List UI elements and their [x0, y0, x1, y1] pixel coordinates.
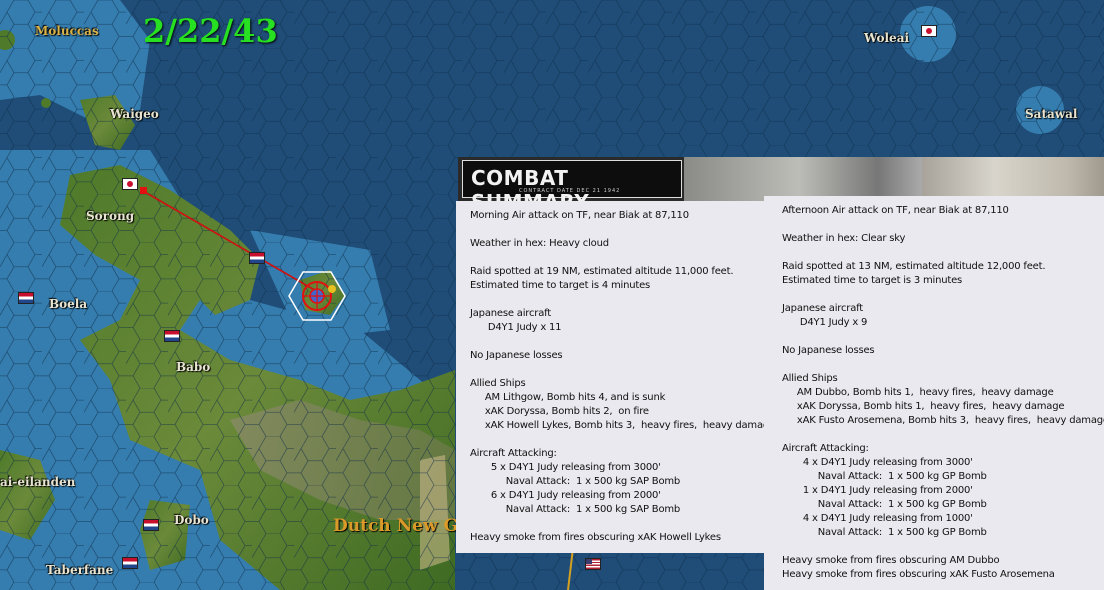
report-line: 5 x D4Y1 Judy releasing from 3000': [470, 462, 661, 473]
report-line: [782, 358, 1104, 372]
report-line: xAK Doryssa, Bomb hits 2, on fire: [470, 406, 649, 417]
report-line: [470, 363, 768, 377]
label-dobo: Dobo: [174, 513, 209, 527]
afternoon-combat-report[interactable]: Afternoon Air attack on TF, near Biak at…: [764, 196, 1104, 590]
netherlands-flag-icon[interactable]: [18, 292, 34, 304]
report-line: Estimated time to target is 4 minutes: [470, 280, 651, 291]
report-line: 4 x D4Y1 Judy releasing from 1000': [782, 513, 973, 524]
report-line: Heavy smoke from fires obscuring xAK How…: [470, 532, 721, 543]
report-line: Allied Ships: [470, 378, 526, 389]
report-line: Naval Attack: 1 x 500 kg GP Bomb: [782, 499, 987, 510]
air-unit-marker: [140, 187, 147, 194]
report-line: xAK Doryssa, Bomb hits 1, heavy fires, h…: [782, 401, 1065, 412]
label-eilanden: ai-eilanden: [0, 475, 76, 489]
netherlands-flag-icon[interactable]: [122, 557, 138, 569]
label-satawal: Satawal: [1025, 107, 1078, 121]
report-line: [470, 433, 768, 447]
label-woleai: Woleai: [864, 31, 910, 45]
report-line: Estimated time to target is 3 minutes: [782, 275, 963, 286]
report-line: Heavy smoke from fires obscuring AM Dubb…: [782, 555, 1000, 566]
label-taberfane: Taberfane: [46, 563, 114, 577]
netherlands-flag-icon[interactable]: [164, 330, 180, 342]
label-sorong: Sorong: [86, 209, 135, 223]
report-line: [470, 223, 768, 237]
netherlands-flag-icon[interactable]: [143, 519, 159, 531]
report-line: Weather in hex: Heavy cloud: [470, 238, 609, 249]
report-line: AM Dubbo, Bomb hits 1, heavy fires, heav…: [782, 387, 1054, 398]
report-line: No Japanese losses: [782, 345, 875, 356]
japan-flag-icon[interactable]: [122, 178, 138, 190]
report-line: Afternoon Air attack on TF, near Biak at…: [782, 205, 1009, 216]
combat-summary-subtitle: CONTRACT DATE DEC 21 1942: [519, 188, 621, 194]
report-line: Naval Attack: 1 x 500 kg GP Bomb: [782, 471, 987, 482]
report-line: [782, 246, 1104, 260]
report-line: Japanese aircraft: [782, 303, 863, 314]
report-line: [470, 517, 768, 531]
report-line: No Japanese losses: [470, 350, 563, 361]
label-region: Dutch New G: [333, 516, 459, 536]
combat-summary-photo: [922, 157, 1104, 196]
report-line: [782, 288, 1104, 302]
report-line: xAK Fusto Arosemena, Bomb hits 3, heavy …: [782, 415, 1104, 426]
report-line: Heavy smoke from fires obscuring xAK Fus…: [782, 569, 1055, 580]
report-line: D4Y1 Judy x 9: [782, 317, 868, 328]
report-line: 6 x D4Y1 Judy releasing from 2000': [470, 490, 661, 501]
report-line: [782, 428, 1104, 442]
report-line: Morning Air attack on TF, near Biak at 8…: [470, 210, 689, 221]
label-babo: Babo: [176, 360, 211, 374]
report-line: D4Y1 Judy x 11: [470, 322, 562, 333]
label-waigeo: Waigeo: [110, 107, 159, 121]
report-line: Raid spotted at 19 NM, estimated altitud…: [470, 266, 734, 277]
usa-flag-icon[interactable]: [585, 558, 601, 570]
netherlands-flag-icon[interactable]: [249, 252, 265, 264]
japan-flag-icon[interactable]: [921, 25, 937, 37]
report-line: Naval Attack: 1 x 500 kg SAP Bomb: [470, 476, 681, 487]
combat-summary-title: COMBAT SUMMARY CONTRACT DATE DEC 21 1942: [462, 160, 682, 214]
report-line: [470, 293, 768, 307]
report-line: xAK Howell Lykes, Bomb hits 3, heavy fir…: [470, 420, 775, 431]
report-line: [782, 330, 1104, 344]
report-line: Aircraft Attacking:: [782, 443, 869, 454]
report-line: [782, 218, 1104, 232]
report-line: Naval Attack: 1 x 500 kg GP Bomb: [782, 527, 987, 538]
report-line: AM Lithgow, Bomb hits 4, and is sunk: [470, 392, 666, 403]
report-line: Naval Attack: 1 x 500 kg SAP Bomb: [470, 504, 681, 515]
report-line: Raid spotted at 13 NM, estimated altitud…: [782, 261, 1046, 272]
report-line: Aircraft Attacking:: [470, 448, 557, 459]
report-line: 1 x D4Y1 Judy releasing from 2000': [782, 485, 973, 496]
report-line: Weather in hex: Clear sky: [782, 233, 906, 244]
morning-combat-report[interactable]: Morning Air attack on TF, near Biak at 8…: [456, 201, 775, 553]
report-line: Japanese aircraft: [470, 308, 551, 319]
label-boela: Boela: [49, 297, 88, 311]
report-line: 4 x D4Y1 Judy releasing from 3000': [782, 457, 973, 468]
report-line: [470, 335, 768, 349]
game-date: 2/22/43: [143, 12, 278, 50]
report-line: [470, 251, 768, 265]
report-line: Allied Ships: [782, 373, 838, 384]
report-line: [782, 540, 1104, 554]
label-moluccas: Moluccas: [35, 24, 99, 38]
